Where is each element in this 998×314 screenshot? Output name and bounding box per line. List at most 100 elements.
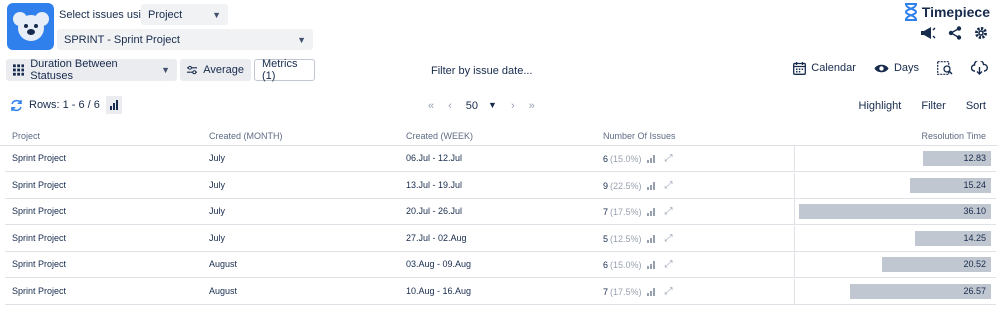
cell-issues: 7 (17.5%) ⤢	[603, 286, 673, 297]
rows-info: Rows: 1 - 6 / 6	[10, 96, 122, 114]
days-button[interactable]: Days	[874, 62, 919, 74]
filter-by-date[interactable]: Filter by issue date...	[431, 65, 533, 77]
cell-week: 27.Jul - 02.Aug	[406, 233, 467, 243]
chevron-down-icon: ▼	[488, 100, 497, 110]
cell-resolution: 26.57	[794, 279, 996, 304]
cell-resolution: 20.52	[794, 252, 996, 277]
sort-button[interactable]: Sort	[966, 100, 986, 112]
issue-count: 7	[603, 206, 609, 217]
page-size-select[interactable]: 50 ▼	[466, 100, 497, 112]
next-page-icon[interactable]: ›	[511, 100, 515, 112]
mini-bar-chart-icon[interactable]	[646, 181, 655, 190]
cell-week: 13.Jul - 19.Jul	[406, 180, 463, 190]
cell-project: Sprint Project	[12, 153, 67, 163]
megaphone-icon[interactable]	[920, 26, 936, 43]
cell-issues: 6 (15.0%) ⤢	[603, 153, 673, 164]
metrics-label: Metrics (1)	[262, 58, 298, 82]
resolution-bar: 26.57	[850, 284, 991, 299]
cell-project: Sprint Project	[12, 259, 67, 269]
mini-bar-chart-icon[interactable]	[646, 287, 655, 296]
cloud-download-icon	[971, 61, 988, 75]
rows-label: Rows: 1 - 6 / 6	[29, 99, 100, 111]
col-resolution-time[interactable]: Resolution Time	[921, 131, 986, 141]
col-project[interactable]: Project	[12, 131, 40, 141]
mini-bar-chart-icon[interactable]	[646, 260, 655, 269]
pagination: « ‹ 50 ▼ › »	[428, 100, 535, 112]
share-icon[interactable]	[948, 26, 962, 43]
resolution-bar: 15.24	[910, 178, 991, 193]
table-row: Sprint Project August 03.Aug - 09.Aug 6 …	[5, 252, 996, 278]
table-row: Sprint Project July 13.Jul - 19.Jul 9 (2…	[5, 173, 996, 199]
table-row: Sprint Project July 27.Jul - 02.Aug 5 (1…	[5, 226, 996, 252]
duration-select[interactable]: Duration Between Statuses ▼	[6, 58, 177, 82]
cell-project: Sprint Project	[12, 286, 67, 296]
cell-week: 20.Jul - 26.Jul	[406, 206, 463, 216]
cell-project: Sprint Project	[12, 233, 67, 243]
cell-resolution: 12.83	[794, 146, 996, 171]
project-select[interactable]: SPRINT - Sprint Project ▼	[57, 29, 313, 50]
table-row: Sprint Project July 06.Jul - 12.Jul 6 (1…	[5, 146, 996, 172]
expand-icon[interactable]: ⤢	[665, 206, 673, 217]
prev-page-icon[interactable]: ‹	[448, 100, 452, 112]
calendar-label: Calendar	[811, 62, 856, 74]
col-created-week[interactable]: Created (WEEK)	[406, 131, 473, 141]
expand-icon[interactable]: ⤢	[665, 259, 673, 270]
refresh-icon[interactable]	[10, 99, 23, 112]
table-row: Sprint Project July 20.Jul - 26.Jul 7 (1…	[5, 199, 996, 225]
cell-month: July	[209, 153, 226, 163]
cell-month: August	[209, 286, 238, 296]
col-number-of-issues[interactable]: Number Of Issues	[603, 131, 676, 141]
hourglass-icon	[904, 3, 917, 21]
cell-week: 10.Aug - 16.Aug	[406, 286, 472, 296]
expand-icon[interactable]: ⤢	[665, 180, 673, 191]
issue-count: 7	[603, 286, 609, 297]
issue-pct: (22.5%)	[610, 180, 642, 191]
select-issues-label: Select issues using	[59, 9, 154, 21]
highlight-button[interactable]: Highlight	[859, 100, 902, 112]
bar-chart-icon[interactable]	[105, 96, 122, 114]
issue-count: 6	[603, 259, 609, 270]
page-size-value: 50	[465, 100, 479, 112]
days-label: Days	[893, 62, 919, 74]
resolution-bar: 20.52	[882, 257, 991, 272]
mini-bar-chart-icon[interactable]	[646, 207, 655, 216]
issue-pct: (17.5%)	[610, 286, 642, 297]
calendar-icon	[793, 61, 807, 75]
expand-icon[interactable]: ⤢	[665, 233, 673, 244]
app-logo	[7, 3, 54, 50]
cell-resolution: 36.10	[794, 199, 996, 224]
filter-button[interactable]: Filter	[921, 100, 945, 112]
last-page-icon[interactable]: »	[529, 100, 535, 112]
issue-pct: (17.5%)	[610, 206, 642, 217]
source-select[interactable]: Project ▼	[141, 4, 228, 25]
first-page-icon[interactable]: «	[428, 100, 434, 112]
metrics-button[interactable]: Metrics (1)	[254, 58, 315, 82]
cell-month: August	[209, 259, 238, 269]
report-search-button[interactable]	[937, 61, 953, 75]
calendar-button[interactable]: Calendar	[793, 61, 856, 75]
cell-month: July	[209, 206, 226, 216]
mini-bar-chart-icon[interactable]	[646, 154, 655, 163]
resolution-bar: 36.10	[799, 204, 991, 219]
duration-label: Duration Between Statuses	[30, 58, 118, 82]
expand-icon[interactable]: ⤢	[665, 286, 673, 297]
brand: Timepiece	[904, 3, 990, 21]
issue-pct: (15.0%)	[610, 153, 642, 164]
chevron-down-icon: ▼	[297, 34, 306, 45]
issue-pct: (12.5%)	[610, 233, 642, 244]
col-created-month[interactable]: Created (MONTH)	[209, 131, 283, 141]
cell-resolution: 15.24	[794, 173, 996, 198]
issue-pct: (15.0%)	[610, 259, 642, 270]
cell-month: July	[209, 233, 226, 243]
report-search-icon	[937, 61, 953, 75]
average-label: Average	[203, 64, 244, 76]
average-button[interactable]: Average	[180, 59, 251, 81]
cell-project: Sprint Project	[12, 206, 67, 216]
cloud-download-button[interactable]	[971, 61, 988, 75]
expand-icon[interactable]: ⤢	[665, 153, 673, 164]
grid-icon	[13, 64, 25, 76]
eye-icon	[874, 64, 889, 72]
mini-bar-chart-icon[interactable]	[646, 234, 655, 243]
gear-icon[interactable]	[974, 26, 988, 43]
brand-name: Timepiece	[921, 4, 990, 20]
